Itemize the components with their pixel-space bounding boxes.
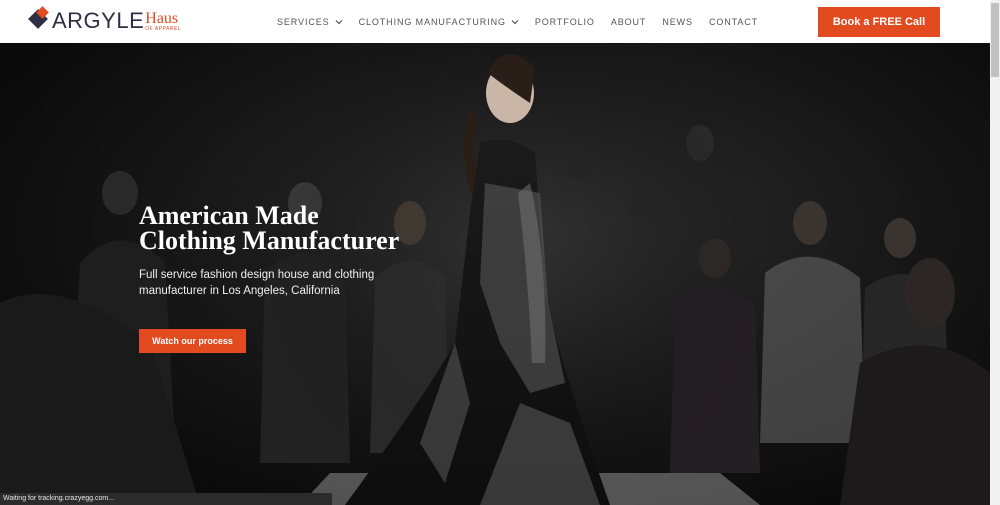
- nav-news[interactable]: NEWS: [662, 17, 693, 27]
- page-scrollbar[interactable]: [990, 0, 1000, 505]
- hero-subtitle-line-2: manufacturer in Los Angeles, California: [139, 285, 340, 297]
- browser-status-bar: Waiting for tracking.crazyegg.com...: [0, 493, 332, 505]
- hero-subtitle: Full service fashion design house and cl…: [139, 267, 389, 299]
- hero-title-line-2: Clothing Manufacturer: [139, 226, 400, 255]
- hero-title: American Made Clothing Manufacturer: [139, 203, 439, 255]
- nav-news-label: NEWS: [662, 16, 693, 27]
- nav-about-label: ABOUT: [610, 16, 647, 27]
- nav-portfolio[interactable]: PORTFOLIO: [535, 17, 595, 27]
- nav-services[interactable]: SERVICES: [277, 17, 343, 27]
- logo-haus: Haus: [145, 9, 179, 27]
- site-header: ARGYLE Haus OF APPAREL SERVICES CLOTHING…: [0, 0, 990, 43]
- scrollbar-thumb[interactable]: [991, 3, 999, 77]
- chevron-down-icon: [335, 18, 343, 26]
- book-free-call-button[interactable]: Book a FREE Call: [818, 7, 940, 37]
- hero-section: American Made Clothing Manufacturer Full…: [0, 43, 990, 505]
- nav-contact-label: CONTACT: [708, 16, 759, 27]
- logo-tagline: OF APPAREL: [145, 25, 182, 32]
- nav-contact[interactable]: CONTACT: [709, 17, 758, 27]
- hero-subtitle-line-1: Full service fashion design house and cl…: [139, 269, 375, 281]
- nav-about[interactable]: ABOUT: [611, 17, 647, 27]
- chevron-down-icon: [511, 18, 519, 26]
- nav-services-label: SERVICES: [277, 16, 330, 27]
- main-nav: SERVICES CLOTHING MANUFACTURING PORTFOLI…: [277, 0, 774, 43]
- logo-wordmark: ARGYLE: [52, 8, 145, 33]
- watch-process-button[interactable]: Watch our process: [139, 329, 246, 353]
- nav-clothing-manufacturing-label: CLOTHING MANUFACTURING: [358, 16, 506, 27]
- nav-portfolio-label: PORTFOLIO: [534, 16, 595, 27]
- hero-text: American Made Clothing Manufacturer Full…: [139, 203, 439, 299]
- argyle-diamond-icon: [28, 6, 49, 34]
- nav-clothing-manufacturing[interactable]: CLOTHING MANUFACTURING: [359, 17, 519, 27]
- site-logo[interactable]: ARGYLE Haus OF APPAREL: [28, 6, 182, 35]
